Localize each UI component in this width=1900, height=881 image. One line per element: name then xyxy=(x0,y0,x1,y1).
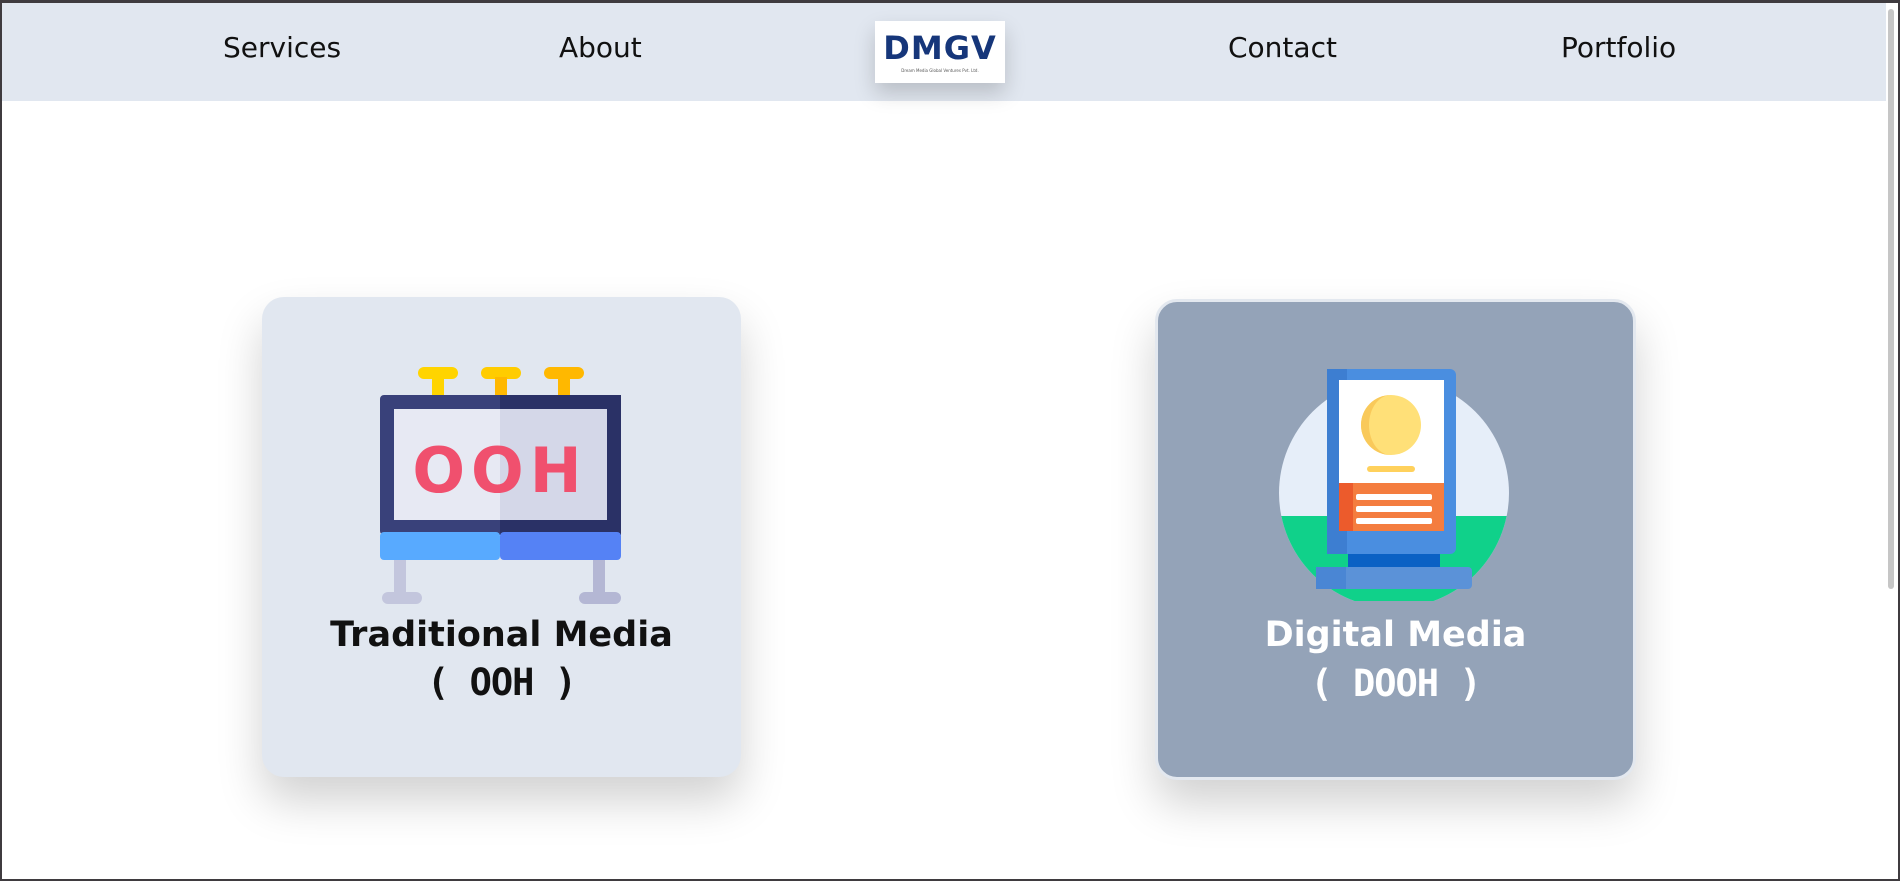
nav-services-link[interactable]: Services xyxy=(223,31,341,64)
digital-kiosk-icon xyxy=(1279,369,1509,601)
digital-media-subtitle: ( DOOH ) xyxy=(1310,662,1481,705)
nav-about-link[interactable]: About xyxy=(559,31,642,64)
nav-contact-link[interactable]: Contact xyxy=(1228,31,1337,64)
brand-logo[interactable]: DMGV Dream Media Global Ventures Pvt. Lt… xyxy=(875,21,1005,83)
digital-media-card[interactable]: Digital Media ( DOOH ) xyxy=(1155,299,1636,780)
logo-subtitle: Dream Media Global Ventures Pvt. Ltd. xyxy=(901,67,979,73)
scrollbar-thumb[interactable] xyxy=(1888,9,1894,589)
nav-portfolio-link[interactable]: Portfolio xyxy=(1561,31,1676,64)
page-scrollbar[interactable] xyxy=(1886,3,1898,879)
traditional-media-card[interactable]: OOH Traditional Media ( OOH ) xyxy=(262,297,741,777)
digital-media-title: Digital Media xyxy=(1264,615,1527,655)
top-navbar: Services About Contact Portfolio DMGV Dr… xyxy=(2,3,1896,101)
billboard-ooh-text: OOH xyxy=(412,434,587,507)
window-border-left xyxy=(0,0,2,881)
traditional-media-title: Traditional Media xyxy=(330,615,673,655)
billboard-icon: OOH xyxy=(380,367,621,604)
traditional-media-subtitle: ( OOH ) xyxy=(427,661,577,704)
logo-wordmark: DMGV xyxy=(883,28,997,67)
